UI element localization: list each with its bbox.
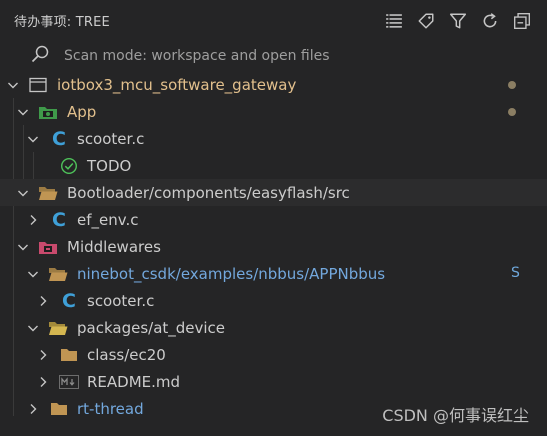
tree-item-middlewares[interactable]: Middlewares: [0, 233, 547, 260]
scan-mode-row[interactable]: Scan mode: workspace and open files: [0, 44, 547, 70]
tree-item-label: scooter.c: [77, 130, 145, 148]
refresh-icon: [483, 13, 497, 28]
modified-dot: [508, 108, 516, 116]
tree-item-label: scooter.c: [87, 292, 155, 310]
list-icon: [386, 14, 402, 28]
tree-item-packages[interactable]: packages/at_device: [0, 314, 547, 341]
c-file-icon: C: [62, 290, 76, 312]
tree-item-root[interactable]: iotbox3_mcu_software_gateway: [0, 71, 547, 98]
tree-item-label: TODO: [87, 157, 132, 175]
chevron-right-icon: [25, 212, 41, 228]
tree-item-label: App: [67, 103, 97, 121]
folder-icon: [59, 345, 79, 365]
root-folder-icon: [28, 75, 48, 95]
chevron-right-icon: [25, 401, 41, 417]
c-file-icon: C: [52, 209, 66, 231]
tree-item-class-ec20[interactable]: class/ec20: [0, 341, 547, 368]
tree-item-label: packages/at_device: [77, 319, 226, 337]
chevron-down-icon: [15, 104, 31, 120]
tree-item-app[interactable]: App: [0, 98, 547, 125]
watermark-text: CSDN @何事误红尘: [382, 406, 529, 425]
panel-title: 待办事项: TREE: [14, 15, 110, 30]
middleware-folder-icon: [38, 237, 58, 257]
tree-item-ninebot[interactable]: ninebot_csdk/examples/nbbus/APPNbbus S: [0, 260, 547, 287]
collapse-all-icon: [514, 13, 530, 29]
todo-tree-header: 待办事项: TREE: [0, 0, 547, 40]
folder-icon: [49, 399, 69, 419]
chevron-down-icon: [15, 239, 31, 255]
chevron-right-icon: [35, 374, 51, 390]
tree-item-label: README.md: [87, 373, 181, 391]
check-circle-icon: [59, 156, 79, 176]
chevron-down-icon: [25, 266, 41, 282]
c-file-icon: C: [52, 128, 66, 150]
modified-dot: [508, 81, 516, 89]
tree-item-label: class/ec20: [87, 346, 166, 364]
chevron-down-icon: [25, 320, 41, 336]
tree-item-label: Middlewares: [67, 238, 161, 256]
chevron-right-icon: [35, 347, 51, 363]
folder-open-icon: [48, 264, 68, 284]
markdown-icon: [59, 372, 79, 392]
scan-mode-text: Scan mode: workspace and open files: [64, 48, 330, 64]
tree-item-scooter-c-2[interactable]: C scooter.c: [0, 287, 547, 314]
tags-button[interactable]: [415, 10, 437, 32]
tree-item-label: rt-thread: [77, 400, 144, 418]
refresh-button[interactable]: [479, 10, 501, 32]
chevron-right-icon: [35, 293, 51, 309]
package-folder-icon: [48, 318, 68, 338]
tree-item-bootloader[interactable]: Bootloader/components/easyflash/src: [0, 179, 547, 206]
tree-item-todo[interactable]: TODO: [0, 152, 547, 179]
header-toolbar: [383, 10, 533, 32]
chevron-down-icon: [5, 77, 21, 93]
chevron-down-icon: [25, 131, 41, 147]
filter-button[interactable]: [447, 10, 469, 32]
git-status-badge: S: [511, 265, 520, 281]
app-folder-icon: [38, 102, 58, 122]
folder-open-icon: [38, 183, 58, 203]
list-view-button[interactable]: [383, 10, 405, 32]
tree-item-ef-env-c[interactable]: C ef_env.c: [0, 206, 547, 233]
collapse-all-button[interactable]: [511, 10, 533, 32]
tree-item-label: ef_env.c: [77, 211, 139, 229]
search-icon: [31, 45, 49, 63]
tree-item-label: ninebot_csdk/examples/nbbus/APPNbbus: [77, 265, 386, 283]
tree-item-readme[interactable]: README.md: [0, 368, 547, 395]
tree-item-scooter-c[interactable]: C scooter.c: [0, 125, 547, 152]
chevron-down-icon: [15, 185, 31, 201]
filter-icon: [449, 13, 467, 29]
tag-icon: [418, 13, 434, 29]
tree-item-label: Bootloader/components/easyflash/src: [67, 184, 350, 202]
tree-item-label: iotbox3_mcu_software_gateway: [57, 76, 297, 94]
